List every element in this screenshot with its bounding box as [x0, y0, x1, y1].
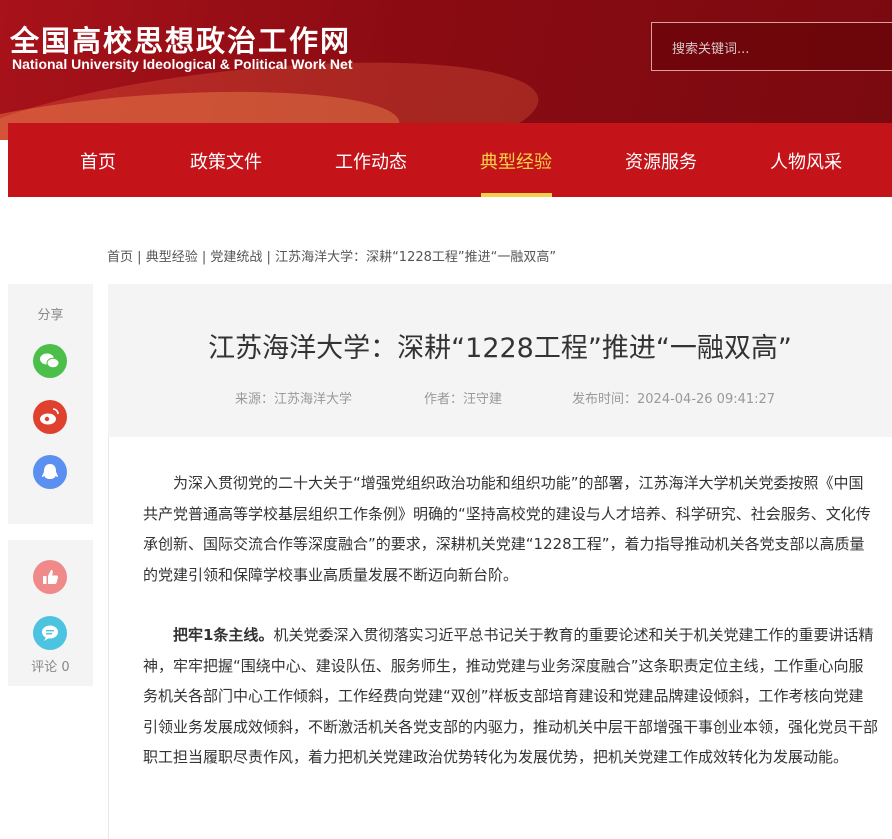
- comment-icon[interactable]: [33, 616, 67, 650]
- comment-count[interactable]: 评论 0: [8, 656, 93, 675]
- paragraph-lead: 把牢1条主线。: [173, 626, 274, 644]
- breadcrumb-home[interactable]: 首页: [107, 250, 133, 265]
- nav-item-experience[interactable]: 典型经验: [480, 148, 552, 174]
- site-logo-title[interactable]: 全国高校思想政治工作网: [10, 18, 351, 60]
- article-body: 为深入贯彻党的二十大关于“增强党组织政治功能和组织功能”的部署，江苏海洋大学机关…: [143, 468, 878, 803]
- article-header: 江苏海洋大学：深耕“1228工程”推进“一融双高” 来源：江苏海洋大学 作者：汪…: [108, 284, 892, 437]
- breadcrumb-party[interactable]: 党建统战: [210, 250, 262, 265]
- article-paragraph: 为深入贯彻党的二十大关于“增强党组织政治功能和组织功能”的部署，江苏海洋大学机关…: [143, 474, 871, 584]
- main-nav: 首页 政策文件 工作动态 典型经验 资源服务 人物风采: [8, 123, 892, 197]
- thumbs-up-icon[interactable]: [33, 560, 67, 594]
- article-publish-time: 发布时间：2024-04-26 09:41:27: [572, 392, 776, 407]
- breadcrumb: 首页 | 典型经验 | 党建统战 | 江苏海洋大学：深耕“1228工程”推进“一…: [107, 246, 556, 265]
- paragraph-text: 机关党委深入贯彻落实习近平总书记关于教育的重要论述和关于机关党建工作的重要讲话精…: [143, 626, 879, 766]
- nav-item-policy[interactable]: 政策文件: [190, 148, 262, 174]
- article-author: 作者：汪守建: [424, 392, 503, 407]
- qq-icon[interactable]: [33, 455, 67, 489]
- interaction-panel: 评论 0: [8, 540, 93, 686]
- share-title: 分享: [37, 308, 64, 323]
- nav-item-home[interactable]: 首页: [80, 148, 116, 174]
- nav-item-people[interactable]: 人物风采: [770, 148, 842, 174]
- nav-item-news[interactable]: 工作动态: [335, 148, 407, 174]
- content-divider: [108, 437, 109, 839]
- breadcrumb-separator: |: [137, 250, 142, 265]
- article-title: 江苏海洋大学：深耕“1228工程”推进“一融双高”: [208, 333, 792, 364]
- search-input[interactable]: 搜索关键词...: [651, 22, 892, 71]
- site-logo-subtitle[interactable]: National University Ideological & Politi…: [12, 56, 352, 72]
- share-panel: 分享: [8, 284, 93, 524]
- weibo-icon[interactable]: [33, 400, 67, 434]
- article-source: 来源：江苏海洋大学: [235, 392, 353, 407]
- breadcrumb-experience[interactable]: 典型经验: [146, 250, 198, 265]
- breadcrumb-separator: |: [201, 250, 207, 265]
- nav-active-indicator: [481, 193, 552, 197]
- wechat-icon[interactable]: [33, 344, 67, 378]
- breadcrumb-separator: |: [266, 250, 271, 265]
- nav-item-resources[interactable]: 资源服务: [625, 148, 697, 174]
- breadcrumb-current: 江苏海洋大学：深耕“1228工程”推进“一融双高”: [275, 250, 557, 265]
- article-paragraph: 把牢1条主线。机关党委深入贯彻落实习近平总书记关于教育的重要论述和关于机关党建工…: [143, 620, 878, 773]
